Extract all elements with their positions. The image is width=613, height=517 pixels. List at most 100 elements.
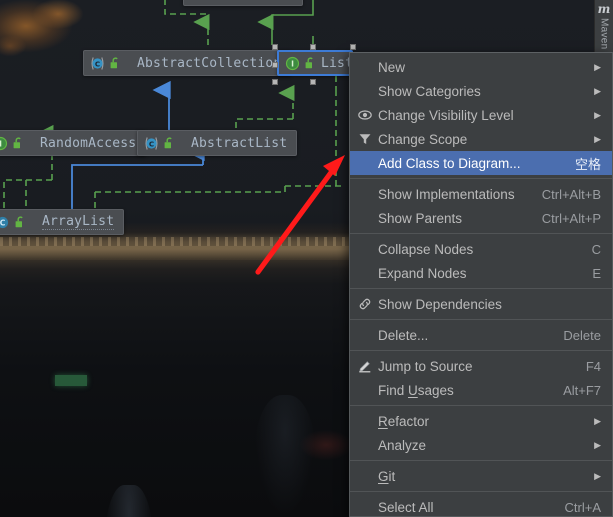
menu-item-new[interactable]: New ▶ — [350, 55, 612, 79]
node-label: ArrayList — [42, 214, 115, 230]
menu-item-label: Change Scope — [378, 131, 468, 147]
selection-handle-tr[interactable] — [350, 44, 356, 50]
menu-item-change-scope[interactable]: Change Scope ▶ — [350, 127, 612, 151]
menu-item-shortcut: Alt+F7 — [563, 382, 601, 398]
menu-item-show-dependencies[interactable]: Show Dependencies — [350, 292, 612, 316]
menu-item-collapse-nodes[interactable]: Collapse Nodes C — [350, 237, 612, 261]
menu-item-shortcut: Ctrl+Alt+B — [541, 186, 601, 202]
menu-item-label: Refactor — [378, 413, 430, 429]
menu-item-show-implementations[interactable]: Show Implementations Ctrl+Alt+B — [350, 182, 612, 206]
menu-item-label: Add Class to Diagram... — [378, 155, 521, 171]
eye-icon — [355, 108, 374, 122]
diagram-node-abstractcollection[interactable]: C AbstractCollection — [83, 50, 292, 76]
selection-handle-ml[interactable] — [272, 62, 278, 68]
diagram-node-randomaccess[interactable]: I RandomAccess — [0, 130, 147, 156]
link-icon — [355, 297, 374, 311]
submenu-chevron-right-icon: ▶ — [594, 61, 601, 72]
interface-icon: I — [0, 136, 8, 151]
menu-item-label: Find Usages — [378, 382, 454, 398]
menu-item-show-categories[interactable]: Show Categories ▶ — [350, 79, 612, 103]
submenu-chevron-right-icon: ▶ — [594, 415, 601, 426]
maven-logo-icon: m — [597, 2, 611, 16]
selection-handle-tl[interactable] — [272, 44, 278, 50]
menu-item-label: Show Categories — [378, 83, 481, 99]
menu-item-label: New — [378, 59, 406, 75]
menu-item-delete[interactable]: Delete... Delete — [350, 323, 612, 347]
svg-text:C: C — [95, 59, 100, 68]
menu-item-expand-nodes[interactable]: Expand Nodes E — [350, 261, 612, 285]
menu-item-shortcut: E — [592, 265, 601, 281]
submenu-chevron-right-icon: ▶ — [594, 109, 601, 120]
diagram-node-arraylist[interactable]: C ArrayList — [0, 209, 125, 235]
selection-handle-bl[interactable] — [272, 79, 278, 85]
menu-item-label: Expand Nodes — [378, 265, 467, 281]
diagram-node-list[interactable]: I List — [277, 50, 353, 76]
menu-item-jump-to-source[interactable]: Jump to Source F4 — [350, 354, 612, 378]
svg-text:C: C — [0, 218, 6, 227]
menu-item-git[interactable]: Git ▶ — [350, 464, 612, 488]
public-lock-icon — [108, 56, 123, 71]
menu-separator — [350, 288, 612, 289]
menu-item-label: Show Parents — [378, 210, 463, 226]
submenu-chevron-right-icon: ▶ — [594, 439, 601, 450]
submenu-chevron-right-icon: ▶ — [594, 470, 601, 481]
menu-item-analyze[interactable]: Analyze ▶ — [350, 433, 612, 457]
selection-handle-bc[interactable] — [310, 79, 316, 85]
menu-item-shortcut: Ctrl+A — [564, 499, 601, 515]
menu-item-shortcut: Ctrl+Alt+P — [541, 210, 601, 226]
menu-separator — [350, 460, 612, 461]
edge-abstractlist-list — [235, 84, 295, 130]
diagram-context-menu[interactable]: New ▶ Show Categories ▶ Change Visibility Le… — [349, 52, 613, 517]
class-icon: C — [144, 136, 159, 151]
edge-arraylist-abstractlist — [71, 142, 205, 210]
public-lock-icon — [162, 136, 177, 151]
edge-list-up — [257, 0, 314, 45]
class-icon: C — [90, 56, 105, 71]
menu-item-label: Change Visibility Level — [378, 107, 514, 123]
menu-item-label: Show Implementations — [378, 186, 515, 202]
menu-item-shortcut: F4 — [585, 358, 601, 374]
menu-separator — [350, 233, 612, 234]
menu-item-label: Show Dependencies — [378, 296, 502, 312]
menu-item-shortcut: 空格 — [574, 156, 601, 172]
menu-separator — [350, 178, 612, 179]
maven-tool-window-tab[interactable]: m Maven — [594, 0, 613, 52]
diagram-node-abstractlist[interactable]: C AbstractList — [137, 130, 298, 156]
edge-abstractcollection-up — [164, 0, 210, 45]
menu-item-label: Analyze — [378, 437, 427, 453]
public-lock-icon — [13, 215, 28, 230]
menu-separator — [350, 319, 612, 320]
svg-text:I: I — [291, 59, 294, 68]
submenu-chevron-right-icon: ▶ — [594, 85, 601, 96]
filter-icon — [355, 132, 374, 146]
node-label: AbstractList — [191, 135, 288, 151]
public-lock-icon — [303, 56, 318, 71]
interface-icon: I — [285, 56, 300, 71]
menu-item-select-all[interactable]: Select All Ctrl+A — [350, 495, 612, 516]
node-label: AbstractCollection — [137, 55, 282, 71]
menu-separator — [350, 405, 612, 406]
public-lock-icon — [11, 136, 26, 151]
svg-text:I: I — [0, 139, 2, 148]
node-label: RandomAccess — [40, 135, 137, 151]
menu-separator — [350, 491, 612, 492]
pencil-icon — [355, 359, 374, 373]
menu-item-add-class-to-diagram[interactable]: Add Class to Diagram... 空格 — [350, 151, 612, 175]
menu-item-label: Git — [378, 468, 396, 484]
menu-item-label: Select All — [378, 499, 434, 515]
menu-item-shortcut: C — [591, 241, 601, 257]
menu-item-show-parents[interactable]: Show Parents Ctrl+Alt+P — [350, 206, 612, 230]
svg-text:C: C — [149, 139, 154, 148]
menu-item-change-visibility-level[interactable]: Change Visibility Level ▶ — [350, 103, 612, 127]
maven-tab-label: Maven — [598, 18, 610, 50]
submenu-chevron-right-icon: ▶ — [594, 133, 601, 144]
menu-item-label: Delete... — [378, 327, 429, 343]
selection-handle-tc[interactable] — [310, 44, 316, 50]
menu-item-label: Jump to Source — [378, 358, 473, 374]
menu-separator — [350, 350, 612, 351]
class-icon: C — [0, 215, 10, 230]
menu-item-find-usages[interactable]: Find Usages Alt+F7 — [350, 378, 612, 402]
menu-item-shortcut: Delete — [563, 327, 601, 343]
menu-item-label: Collapse Nodes — [378, 241, 474, 257]
menu-item-refactor[interactable]: Refactor ▶ — [350, 409, 612, 433]
